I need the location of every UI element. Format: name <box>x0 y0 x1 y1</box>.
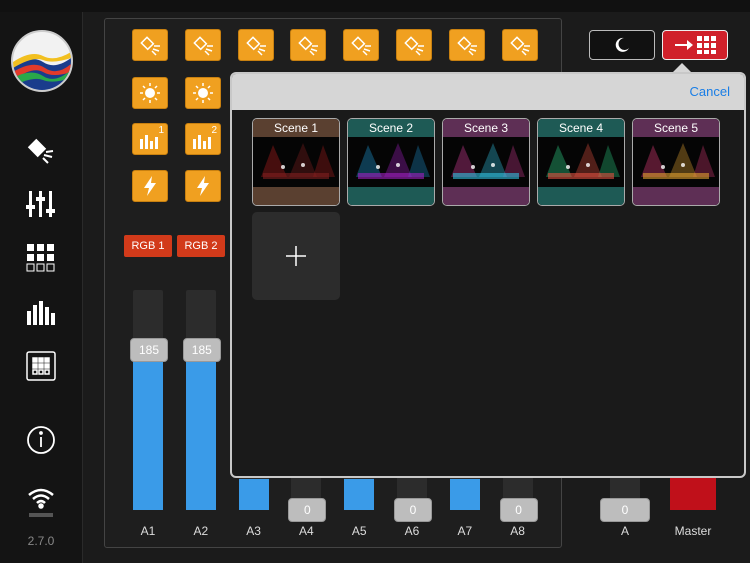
scene-footer <box>538 187 624 205</box>
sidebar: 2.7.0 <box>0 12 83 563</box>
scene-thumbnail <box>633 137 719 187</box>
cancel-button[interactable]: Cancel <box>690 84 730 99</box>
spot-button-8[interactable] <box>501 29 538 61</box>
master-fader[interactable] <box>670 474 716 510</box>
spotlight-icon <box>298 36 319 56</box>
scene-thumbnail <box>253 137 339 187</box>
fader-fill <box>185 349 216 510</box>
faders-icon[interactable] <box>24 188 58 220</box>
scene-card-5[interactable]: Scene 5 <box>632 118 720 206</box>
scene-card-3[interactable]: Scene 3 <box>442 118 530 206</box>
scene-footer <box>348 187 434 205</box>
fader-knob-a1[interactable]: 185 <box>130 338 168 363</box>
spotlight-icon <box>140 36 160 56</box>
scene-title: Scene 2 <box>348 119 434 137</box>
fader-label-a4: A4 <box>299 524 314 538</box>
fader-label-a6: A6 <box>404 524 420 538</box>
group-button-1[interactable]: 1 <box>132 123 168 155</box>
moon-icon <box>615 37 629 52</box>
lightning-icon <box>197 176 209 196</box>
fader-knob-a6[interactable]: 0 <box>394 498 432 522</box>
flash-button-1[interactable] <box>132 170 168 202</box>
scene-title: Scene 4 <box>538 119 624 137</box>
popover-header: Cancel <box>232 74 744 110</box>
fader-label-a1: A1 <box>140 524 156 538</box>
fader-label-a7: A7 <box>457 524 473 538</box>
rgb-button-2[interactable]: RGB 2 <box>177 235 225 257</box>
scene-card-1[interactable]: Scene 1 <box>252 118 340 206</box>
spot-button-1[interactable] <box>132 29 168 61</box>
spot-button-2[interactable] <box>184 29 221 61</box>
plus-icon <box>286 246 306 266</box>
scene-view-button[interactable] <box>662 30 728 60</box>
wifi-icon[interactable] <box>24 484 58 517</box>
spotlight-icon <box>351 36 372 56</box>
fader-label-a8: A8 <box>510 524 525 538</box>
scene-popover: Cancel Scene 1 Scene 2 Scene 3 Scene 4 Scene… <box>230 72 746 478</box>
fader-label-a2: A2 <box>193 524 209 538</box>
fader-label-a5: A5 <box>351 524 367 538</box>
add-scene-button[interactable] <box>252 212 340 300</box>
grid-icon[interactable] <box>24 242 58 274</box>
equalizer-icon[interactable] <box>24 296 58 328</box>
fader-fill <box>344 479 375 510</box>
scene-thumbnail <box>348 137 434 187</box>
scene-thumbnail <box>443 137 529 187</box>
spotlight-icon <box>245 36 266 56</box>
scene-title: Scene 1 <box>253 119 339 137</box>
spot-button-3[interactable] <box>237 29 274 61</box>
fader-fill <box>133 349 163 510</box>
fader-label-master: Master <box>674 524 712 538</box>
sun-icon <box>193 83 213 103</box>
app-version: 2.7.0 <box>27 534 55 548</box>
scene-footer <box>253 187 339 205</box>
group-number: 1 <box>158 125 164 136</box>
group-button-2[interactable]: 2 <box>185 123 221 155</box>
fader-track-a2[interactable] <box>185 290 216 510</box>
scene-card-2[interactable]: Scene 2 <box>347 118 435 206</box>
spotlight-icon <box>193 36 213 56</box>
spot-button-4[interactable] <box>290 29 327 61</box>
info-icon[interactable] <box>24 424 58 456</box>
fader-label-a: A <box>620 524 629 538</box>
spotlight-icon[interactable] <box>24 134 58 166</box>
fader-track-a1[interactable] <box>133 290 163 510</box>
fader-knob-a4[interactable]: 0 <box>288 498 327 522</box>
fader-knob-a8[interactable]: 0 <box>499 498 538 522</box>
spot-button-6[interactable] <box>396 29 432 61</box>
flash-button-2[interactable] <box>185 170 221 202</box>
scene-sequence-icon[interactable] <box>24 350 58 382</box>
scene-footer <box>633 187 719 205</box>
light-on-button-1[interactable] <box>132 77 168 109</box>
light-on-button-2[interactable] <box>185 77 221 109</box>
fader-label-a3: A3 <box>246 524 261 538</box>
fader-fill <box>238 479 269 510</box>
lightning-icon <box>144 176 156 196</box>
fader-knob-a2[interactable]: 185 <box>182 338 221 363</box>
fader-knob-a[interactable]: 0 <box>600 498 650 522</box>
arrow-grid-icon <box>675 36 716 54</box>
spot-button-5[interactable] <box>343 29 380 61</box>
status-bar <box>0 0 750 12</box>
spotlight-icon <box>404 36 424 56</box>
night-mode-button[interactable] <box>589 30 655 60</box>
group-number: 2 <box>211 125 217 136</box>
app-logo <box>11 30 73 92</box>
spotlight-icon <box>509 36 530 56</box>
scene-card-4[interactable]: Scene 4 <box>537 118 625 206</box>
spot-button-7[interactable] <box>448 29 485 61</box>
scene-footer <box>443 187 529 205</box>
sun-icon <box>140 83 160 103</box>
fader-fill <box>449 479 480 510</box>
scene-thumbnail <box>538 137 624 187</box>
scene-title: Scene 5 <box>633 119 719 137</box>
rgb-button-1[interactable]: RGB 1 <box>124 235 172 257</box>
scene-title: Scene 3 <box>443 119 529 137</box>
spotlight-icon <box>457 36 477 56</box>
